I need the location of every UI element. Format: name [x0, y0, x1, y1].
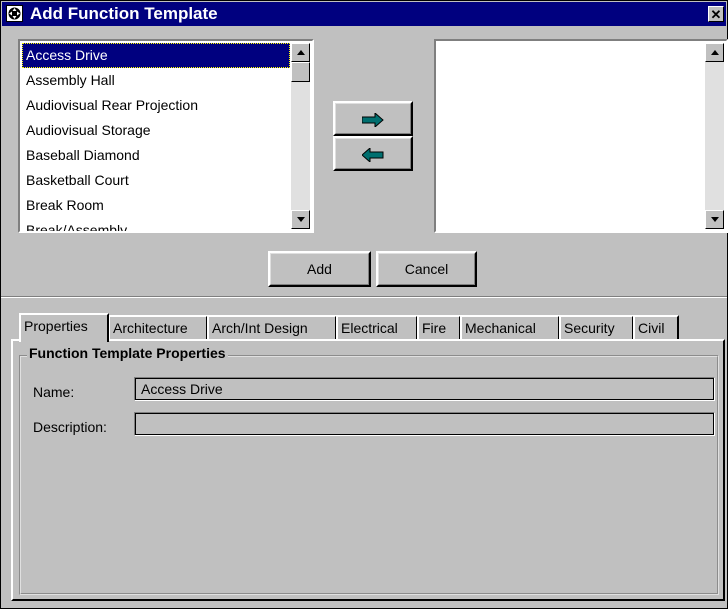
- move-right-button[interactable]: [333, 101, 413, 136]
- window-title: Add Function Template: [30, 4, 218, 23]
- selected-functions-list[interactable]: [434, 39, 728, 233]
- cancel-button[interactable]: Cancel: [376, 251, 477, 287]
- arrow-up-icon: [297, 50, 305, 55]
- selected-list-scrollbar[interactable]: [705, 43, 724, 229]
- tab-security[interactable]: Security: [559, 315, 634, 340]
- arrow-down-icon: [297, 217, 305, 222]
- name-field[interactable]: Access Drive: [134, 377, 715, 401]
- tab-properties[interactable]: Properties: [19, 313, 109, 342]
- description-field[interactable]: [134, 412, 715, 436]
- list-item[interactable]: Assembly Hall: [22, 68, 290, 93]
- list-item[interactable]: Baseball Diamond: [22, 143, 290, 168]
- group-title: Function Template Properties: [27, 345, 228, 361]
- app-icon: [6, 5, 23, 22]
- scroll-thumb[interactable]: [291, 62, 310, 82]
- description-label: Description:: [33, 419, 107, 435]
- cancel-button-label: Cancel: [404, 261, 449, 277]
- close-icon[interactable]: ✕: [708, 6, 724, 22]
- list-item[interactable]: Break/Assembly: [22, 218, 290, 231]
- section-divider: [1, 296, 727, 298]
- tab-electrical[interactable]: Electrical: [336, 315, 418, 340]
- available-functions-list[interactable]: Access Drive Assembly Hall Audiovisual Rea…: [18, 39, 314, 233]
- scroll-down-button[interactable]: [291, 210, 310, 229]
- arrow-left-icon: [362, 148, 384, 162]
- arrow-right-icon: [362, 113, 384, 127]
- list-item[interactable]: Audiovisual Storage: [22, 118, 290, 143]
- list-item[interactable]: Break Room: [22, 193, 290, 218]
- list-item[interactable]: Basketball Court: [22, 168, 290, 193]
- tab-arch-int-design[interactable]: Arch/Int Design: [207, 315, 337, 340]
- name-label: Name:: [33, 384, 75, 400]
- move-left-button[interactable]: [333, 136, 413, 171]
- tab-mechanical[interactable]: Mechanical: [460, 315, 560, 340]
- tab-fire[interactable]: Fire: [417, 315, 461, 340]
- add-button[interactable]: Add: [268, 251, 371, 287]
- arrow-down-icon: [711, 217, 719, 222]
- list-item[interactable]: Audiovisual Rear Projection: [22, 93, 290, 118]
- scroll-up-button[interactable]: [291, 43, 310, 62]
- scroll-down-button[interactable]: [705, 210, 724, 229]
- list-item[interactable]: Access Drive: [22, 43, 290, 68]
- scroll-up-button[interactable]: [705, 43, 724, 62]
- available-list-scrollbar[interactable]: [291, 43, 310, 229]
- tab-architecture[interactable]: Architecture: [108, 315, 208, 340]
- add-function-template-window: Add Function Template ✕ Access Drive Asse…: [0, 0, 728, 609]
- arrow-up-icon: [711, 50, 719, 55]
- title-bar[interactable]: Add Function Template ✕: [2, 2, 726, 26]
- add-button-label: Add: [307, 261, 332, 277]
- tab-civil[interactable]: Civil: [633, 315, 679, 340]
